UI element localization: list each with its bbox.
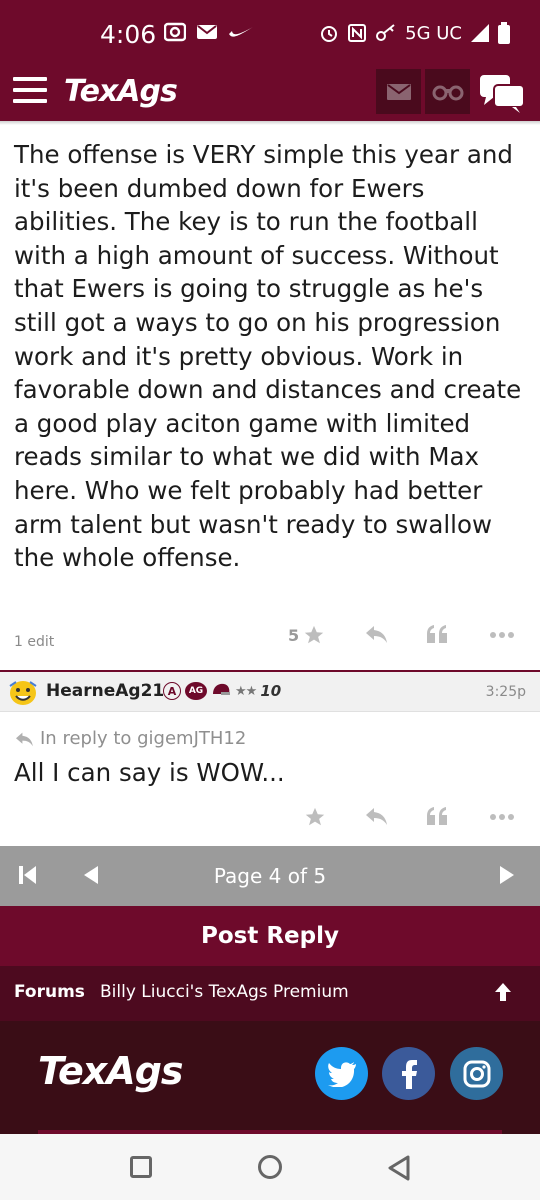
more-button[interactable] xyxy=(489,624,515,646)
texags-logo[interactable]: TexAgs xyxy=(64,74,178,109)
like-button[interactable]: 5 xyxy=(288,624,325,646)
badge-10: 10 xyxy=(260,682,282,700)
mail-status-icon xyxy=(197,25,217,39)
status-time: 4:06 xyxy=(100,20,157,49)
back-icon[interactable] xyxy=(386,1154,412,1182)
first-page-icon[interactable] xyxy=(16,863,40,887)
post-actions: 5 xyxy=(0,620,540,650)
post-time: 3:25p xyxy=(485,684,526,700)
badge-ag: AG xyxy=(185,682,207,700)
footer-logo[interactable]: TexAgs xyxy=(38,1049,184,1093)
instagram-button[interactable] xyxy=(450,1047,503,1100)
scroll-top-icon[interactable] xyxy=(493,981,513,1003)
pagination-bar: Page 4 of 5 xyxy=(0,846,540,906)
messages-button[interactable] xyxy=(376,69,421,114)
post-body: All I can say is WOW... xyxy=(14,758,285,787)
username[interactable]: HearneAg21 xyxy=(46,681,164,701)
reply-icon xyxy=(366,808,387,825)
network-label: 5G UC xyxy=(405,22,462,44)
nike-icon xyxy=(229,27,253,37)
post-actions xyxy=(0,802,540,832)
reply-to-text: In reply to gigemJTH12 xyxy=(40,728,247,749)
helmet-icon xyxy=(213,683,230,695)
menu-icon[interactable] xyxy=(13,77,47,105)
user-badges: A AG ★★ 10 xyxy=(163,682,281,700)
twitter-icon xyxy=(327,1061,356,1087)
battery-icon xyxy=(498,22,510,44)
watchlist-button[interactable] xyxy=(425,69,470,114)
recent-apps-icon[interactable] xyxy=(130,1156,152,1178)
quote-button[interactable] xyxy=(426,624,448,644)
breadcrumb-forums[interactable]: Forums xyxy=(14,982,85,1002)
reply-icon xyxy=(366,626,387,643)
badge-stars: ★★ xyxy=(235,683,257,699)
vpn-key-icon xyxy=(376,24,395,41)
binoculars-icon xyxy=(432,85,463,100)
app-header: TexAgs xyxy=(0,66,540,121)
next-page-icon[interactable] xyxy=(496,863,520,887)
in-reply-to-link[interactable]: In reply to gigemJTH12 xyxy=(14,728,246,749)
star-icon xyxy=(304,625,324,644)
twitter-button[interactable] xyxy=(315,1047,368,1100)
facebook-button[interactable] xyxy=(382,1047,435,1100)
breadcrumb: Forums Billy Liucci's TexAgs Premium xyxy=(0,966,540,1021)
facebook-icon xyxy=(401,1059,417,1089)
like-count: 5 xyxy=(288,625,300,645)
badge-a: A xyxy=(163,682,181,700)
envelope-icon xyxy=(386,83,411,100)
more-button[interactable] xyxy=(489,806,515,828)
signal-icon xyxy=(471,24,489,42)
avatar[interactable] xyxy=(8,678,38,706)
more-dots-icon xyxy=(490,632,514,638)
breadcrumb-forum[interactable]: Billy Liucci's TexAgs Premium xyxy=(100,982,349,1002)
instagram-icon xyxy=(463,1060,490,1087)
quote-button[interactable] xyxy=(426,806,448,826)
status-left-icons xyxy=(164,22,254,42)
home-icon[interactable] xyxy=(258,1155,282,1179)
nfc-icon xyxy=(348,24,367,42)
camera-icon xyxy=(164,22,186,42)
reply-button[interactable] xyxy=(364,624,388,644)
reply-arrow-icon xyxy=(16,732,33,746)
chat-bubbles-icon xyxy=(480,75,525,113)
star-icon xyxy=(305,807,325,826)
post-body: The offense is VERY simple this year and… xyxy=(14,140,522,573)
post-header: HearneAg21 A AG ★★ 10 3:25p xyxy=(0,672,540,712)
like-button[interactable] xyxy=(304,806,326,828)
previous-page-icon[interactable] xyxy=(78,863,102,887)
status-bar: 4:06 5G UC xyxy=(0,0,540,66)
system-nav-bar xyxy=(0,1134,540,1200)
alarm-icon xyxy=(321,26,338,42)
footer: TexAgs xyxy=(0,1021,540,1134)
status-right-icons: 5G UC xyxy=(319,22,510,44)
chat-button[interactable] xyxy=(478,71,526,115)
quote-icon xyxy=(427,807,447,825)
reply-button[interactable] xyxy=(364,806,388,826)
quote-icon xyxy=(427,625,447,643)
more-dots-icon xyxy=(490,814,514,820)
header-shadow xyxy=(0,121,540,125)
post-reply-button[interactable]: Post Reply xyxy=(0,906,540,966)
